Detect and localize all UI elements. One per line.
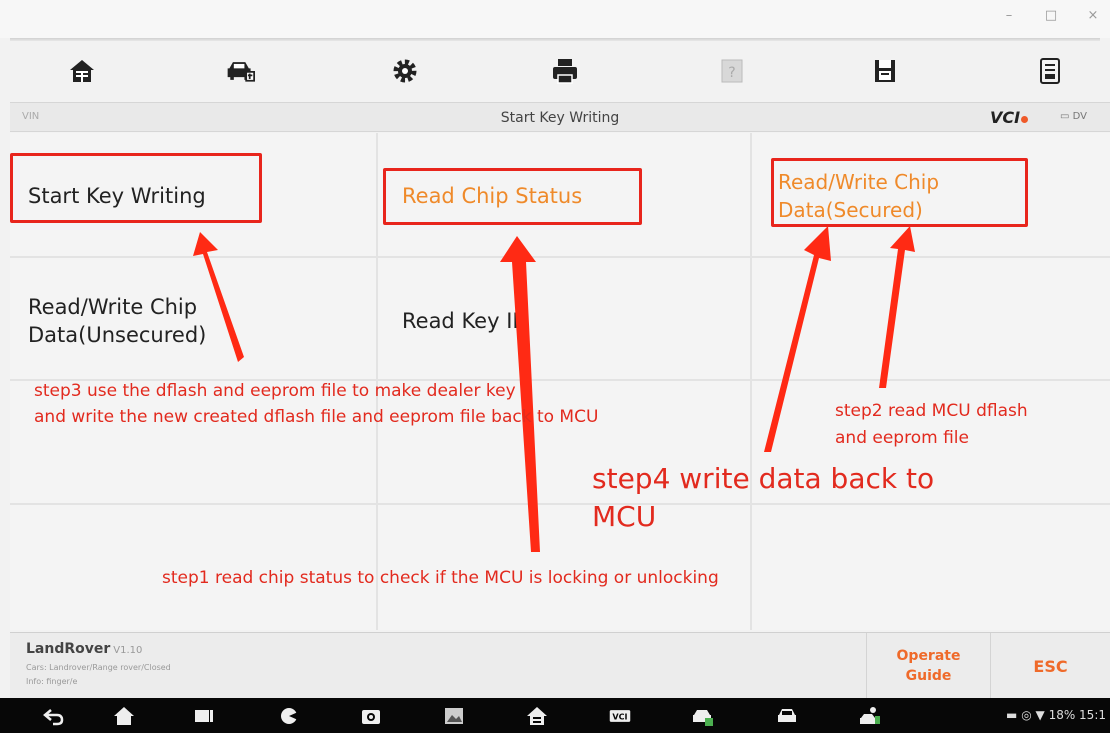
- arrow-step2: [879, 226, 915, 388]
- annotation-step1: step1 read chip status to check if the M…: [162, 568, 719, 588]
- car-diag-icon[interactable]: [690, 705, 714, 727]
- annotation-step4: step4 write data back to MCU: [592, 460, 934, 536]
- annotation-arrows: [193, 226, 915, 552]
- footer-bar: LandRover V1.10 Cars: Landrover/Range rov…: [10, 632, 1110, 699]
- annotation-step2: step2 read MCU dflash and eeprom file: [835, 398, 1028, 452]
- operate-guide-button[interactable]: Operate Guide: [866, 633, 990, 699]
- vci-icon[interactable]: VCI: [605, 705, 635, 727]
- esc-button[interactable]: ESC: [990, 633, 1110, 699]
- svg-text:VCI: VCI: [612, 713, 627, 722]
- system-status: ▬ ◎ ▼ 18% 15:1: [1006, 708, 1106, 722]
- annotation-line: and write the new created dflash file an…: [34, 407, 599, 427]
- software-version: V1.10: [113, 645, 143, 656]
- annotation-line: and eeprom file: [835, 428, 969, 448]
- battery-time: 18% 15:1: [1048, 708, 1106, 722]
- back-icon[interactable]: [42, 705, 66, 727]
- arrow-step3: [193, 232, 244, 362]
- sync-icon: ◎: [1021, 708, 1032, 722]
- car-icon[interactable]: [775, 705, 799, 727]
- android-nav-bar: VCI ▬ ◎ ▼ 18% 15:1: [0, 698, 1110, 733]
- person-car-icon[interactable]: [858, 705, 882, 727]
- button-label-line: Guide: [905, 668, 952, 684]
- brand-name: LandRover: [26, 641, 111, 657]
- vehicle-brand: LandRover V1.10: [26, 641, 142, 657]
- vehicle-info-line: Info: finger/e: [26, 677, 78, 686]
- vehicle-info-line: Cars: Landrover/Range rover/Closed: [26, 663, 171, 672]
- button-label-line: Operate: [896, 648, 961, 664]
- annotation-line: step4 write data back to: [592, 462, 935, 495]
- annotation-line: step2 read MCU dflash: [835, 401, 1028, 421]
- gallery-icon[interactable]: [442, 705, 466, 727]
- arrow-step4: [764, 226, 831, 452]
- message-icon: ▬: [1006, 708, 1018, 722]
- annotation-line: MCU: [592, 500, 657, 533]
- home-app-icon[interactable]: [525, 705, 549, 727]
- annotation-step3: step3 use the dflash and eeprom file to …: [34, 378, 598, 430]
- wifi-icon: ▼: [1035, 708, 1045, 722]
- camera-icon[interactable]: [359, 705, 383, 727]
- browser-icon[interactable]: [277, 705, 301, 727]
- home-icon[interactable]: [112, 705, 136, 727]
- recent-apps-icon[interactable]: [192, 705, 216, 727]
- app-window: – □ × ? VIN Start Key Writing VCI ▭ DV S…: [0, 0, 1110, 733]
- annotation-line: step3 use the dflash and eeprom file to …: [34, 381, 516, 401]
